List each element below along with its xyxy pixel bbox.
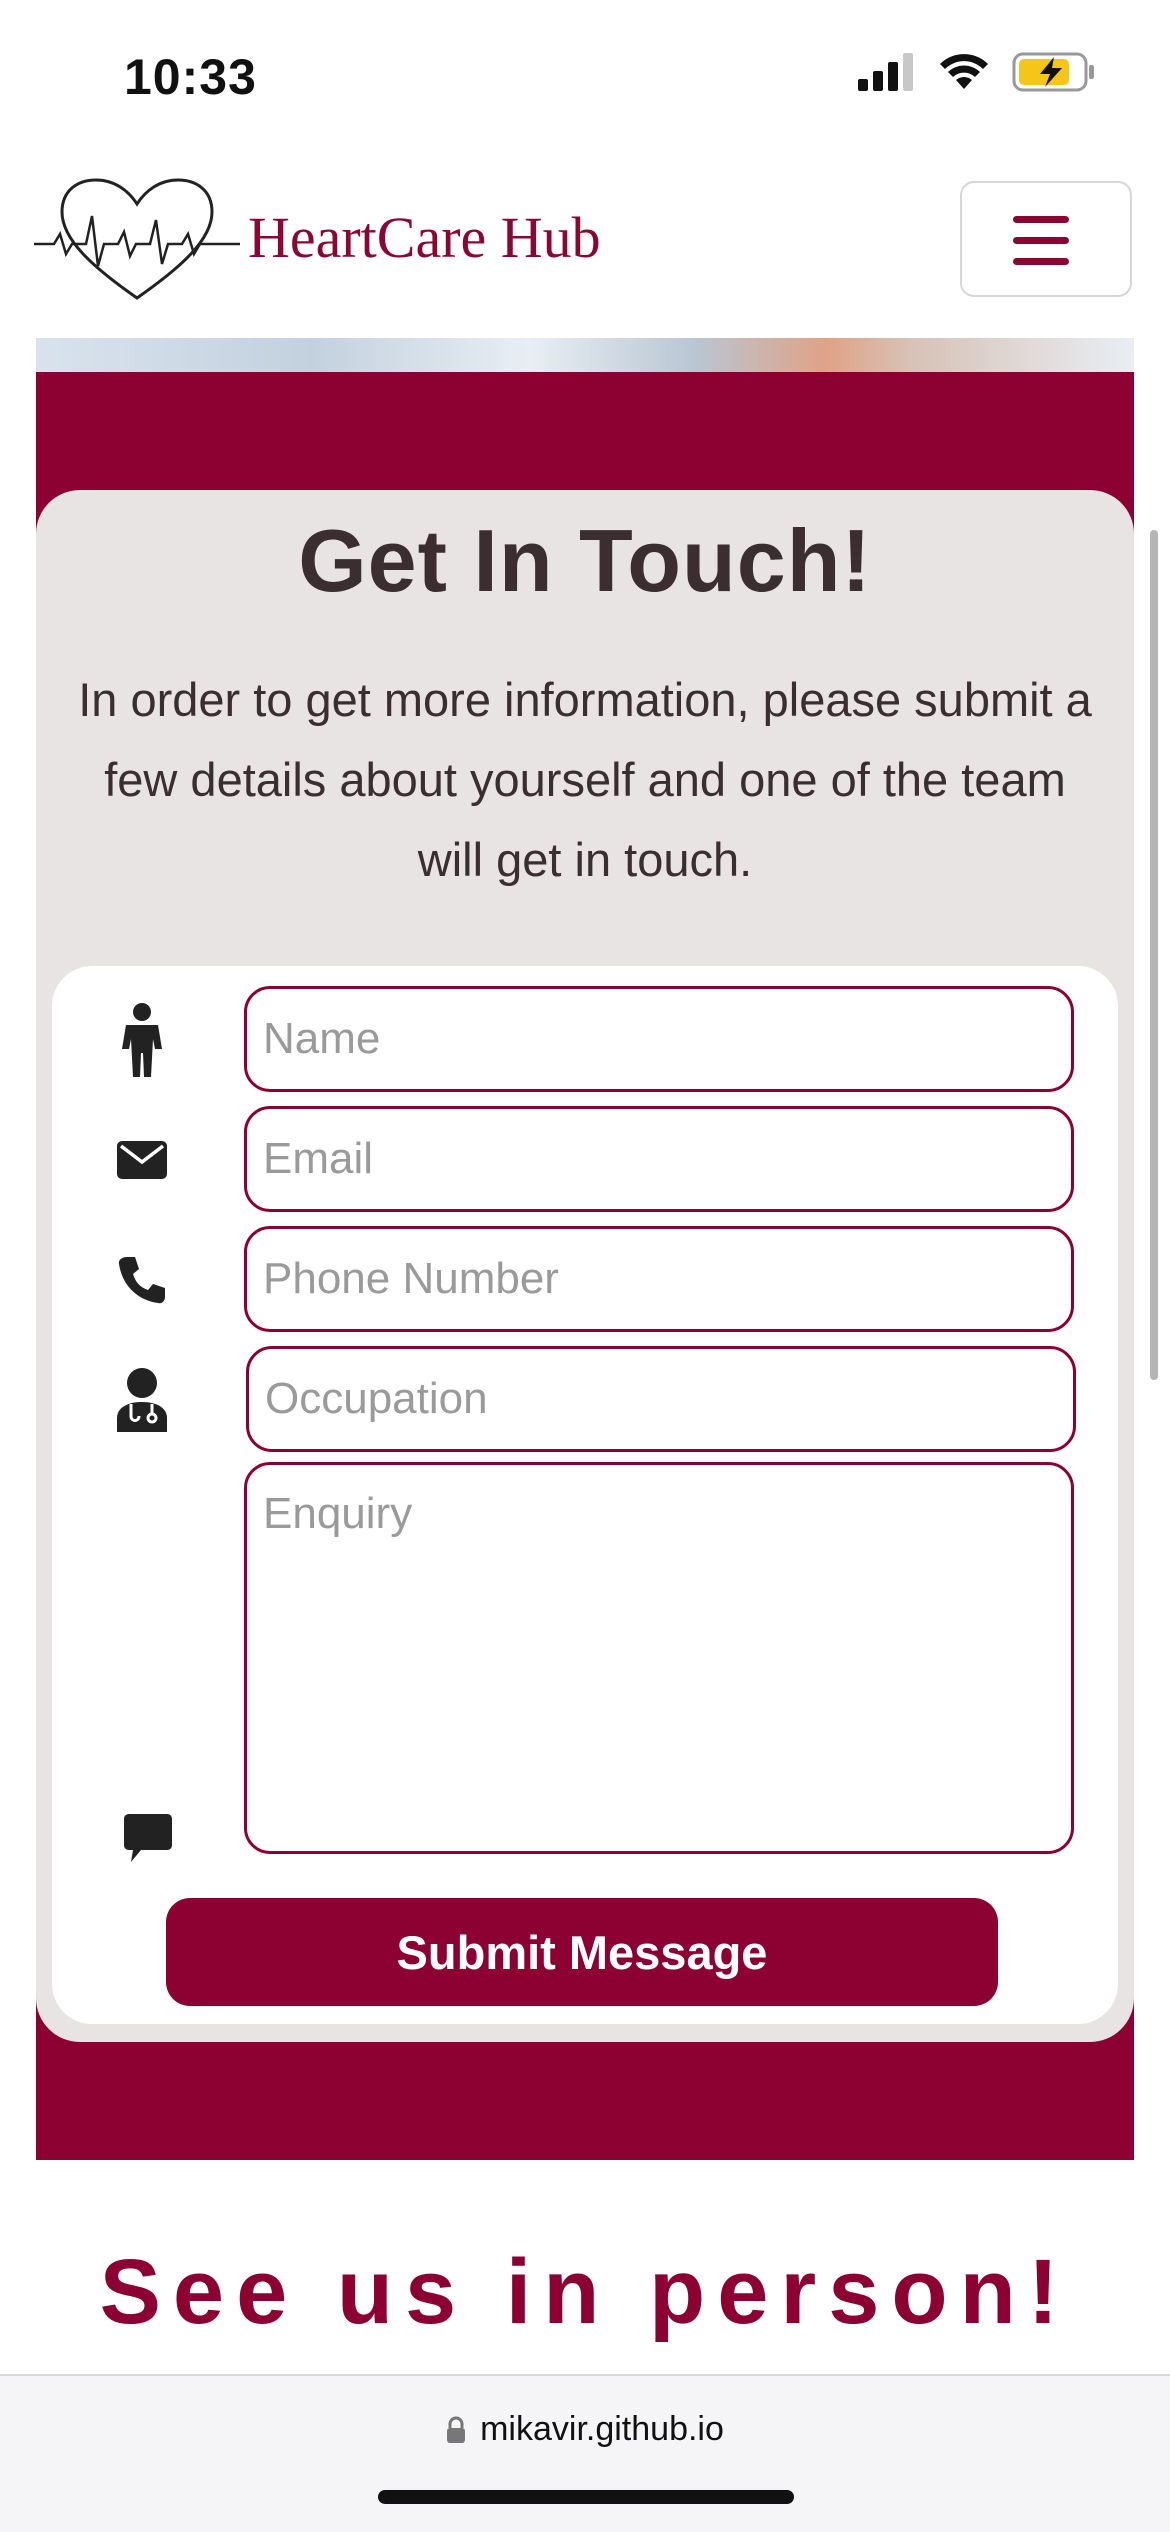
home-indicator[interactable] — [378, 2490, 794, 2504]
doctor-icon — [114, 1362, 170, 1438]
contact-title: Get In Touch! — [298, 511, 872, 610]
brand-name[interactable]: HeartCare Hub — [248, 204, 601, 271]
heartbeat-logo-icon[interactable] — [34, 176, 240, 302]
status-icons — [858, 52, 1096, 92]
chat-bubble-icon — [120, 1800, 176, 1876]
lock-icon — [447, 2416, 466, 2443]
visit-heading: See us in person! — [99, 2241, 1071, 2343]
browser-address-bar[interactable] — [0, 2374, 1170, 2532]
battery-charging-icon — [1012, 52, 1094, 92]
person-icon — [114, 1002, 170, 1078]
hamburger-icon — [1013, 216, 1069, 279]
status-time: 10:33 — [124, 49, 257, 105]
envelope-icon — [114, 1122, 170, 1198]
scrollbar[interactable] — [1150, 530, 1158, 1380]
occupation-field[interactable] — [246, 1346, 1076, 1452]
status-bar: 10:33 — [0, 0, 1170, 150]
url-display[interactable]: mikavir.github.io — [0, 2410, 1170, 2449]
menu-button[interactable] — [960, 181, 1132, 297]
email-field[interactable] — [244, 1106, 1074, 1212]
cellular-signal-icon — [858, 53, 913, 91]
hero-image — [36, 338, 1134, 374]
name-field[interactable] — [244, 986, 1074, 1092]
enquiry-field[interactable] — [244, 1462, 1074, 1854]
wifi-icon — [940, 54, 988, 89]
phone-icon — [114, 1242, 170, 1318]
submit-message-button[interactable]: Submit Message — [166, 1898, 998, 2006]
url-text: mikavir.github.io — [480, 2410, 724, 2448]
contact-intro: In order to get more information, please… — [78, 673, 1092, 886]
phone-field[interactable] — [244, 1226, 1074, 1332]
